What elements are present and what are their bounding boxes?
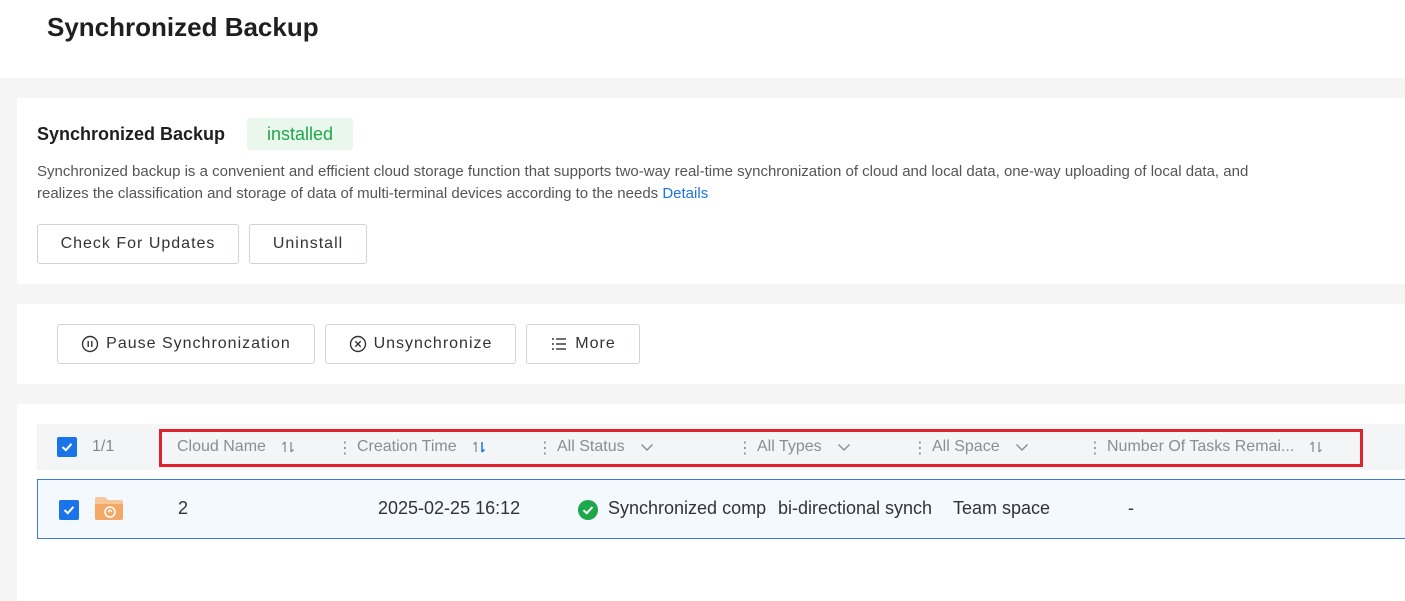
cloud-folder-icon [94,495,124,526]
status-badge: installed [247,118,354,150]
select-all-checkbox[interactable] [57,437,77,457]
check-circle-icon [578,500,598,525]
chevron-down-icon[interactable] [1014,439,1030,455]
top-bar: Synchronized Backup [0,0,1405,78]
chevron-down-icon[interactable] [639,439,655,455]
table-row[interactable]: 2 2025-02-25 16:12 Synchronized comp bi-… [37,479,1405,539]
tasks-header-label: Number Of Tasks Remai... [1107,438,1295,455]
column-separator-icon: ⋮ [337,440,353,457]
close-circle-icon [349,335,366,353]
column-separator-icon: ⋮ [737,440,753,457]
sync-task-table: 1/1 Cloud Name ⋮ Creation Time ⋮ All Sta… [17,404,1405,601]
table-header: 1/1 Cloud Name ⋮ Creation Time ⋮ All Sta… [37,424,1405,470]
sort-icon[interactable] [280,439,296,455]
column-separator-icon: ⋮ [1087,440,1103,457]
checkmark-icon [61,443,73,452]
space-header-label: All Space [932,438,1000,455]
pause-synchronization-button[interactable]: Pause Synchronization [57,324,315,364]
types-header-label: All Types [757,438,822,455]
type-cell: bi-directional synch [778,498,933,518]
column-header-types[interactable]: ⋮ All Types [737,438,852,457]
list-icon [552,338,567,350]
column-header-space[interactable]: ⋮ All Space [912,438,1030,457]
column-header-cloud-name[interactable]: Cloud Name [177,438,296,456]
app-description: Synchronized backup is a convenient and … [37,161,1277,205]
status-cell: Synchronized comp [608,498,767,518]
column-header-tasks-remaining[interactable]: ⋮ Number Of Tasks Remai... [1087,438,1324,457]
row-checkbox[interactable] [59,500,79,520]
selection-count: 1/1 [92,438,115,455]
status-header-label: All Status [557,438,625,455]
column-header-creation-time[interactable]: ⋮ Creation Time [337,438,487,457]
app-info-card: Synchronized Backup installed Synchroniz… [17,98,1405,284]
chevron-down-icon[interactable] [836,439,852,455]
check-for-updates-button[interactable]: Check For Updates [37,224,239,264]
unsynchronize-label: Unsynchronize [373,335,493,352]
pause-icon [81,335,99,353]
checkmark-icon [63,506,75,515]
page-title: Synchronized Backup [47,12,319,42]
space-cell: Team space [953,498,1051,518]
column-separator-icon: ⋮ [912,440,928,457]
description-text: Synchronized backup is a convenient and … [37,163,1249,202]
uninstall-button[interactable]: Uninstall [249,224,367,264]
creation-time-header-label: Creation Time [357,438,457,455]
column-header-status[interactable]: ⋮ All Status [537,438,655,457]
cloud-name-header-label: Cloud Name [177,438,266,455]
app-name: Synchronized Backup [37,124,226,144]
pause-synchronization-label: Pause Synchronization [106,335,291,352]
sort-active-icon[interactable] [471,439,487,455]
sort-icon[interactable] [1308,439,1324,455]
check-for-updates-label: Check For Updates [60,235,216,252]
column-separator-icon: ⋮ [537,440,553,457]
more-button[interactable]: More [526,324,640,364]
creation-time-cell: 2025-02-25 16:12 [378,498,521,518]
uninstall-label: Uninstall [272,235,344,252]
cloud-name-cell: 2 [178,498,189,518]
details-link[interactable]: Details [662,185,708,202]
action-toolbar: Pause Synchronization Unsynchronize More [17,304,1405,384]
tasks-remaining-cell: - [1128,498,1134,518]
more-label: More [575,335,616,352]
unsynchronize-button[interactable]: Unsynchronize [325,324,516,364]
